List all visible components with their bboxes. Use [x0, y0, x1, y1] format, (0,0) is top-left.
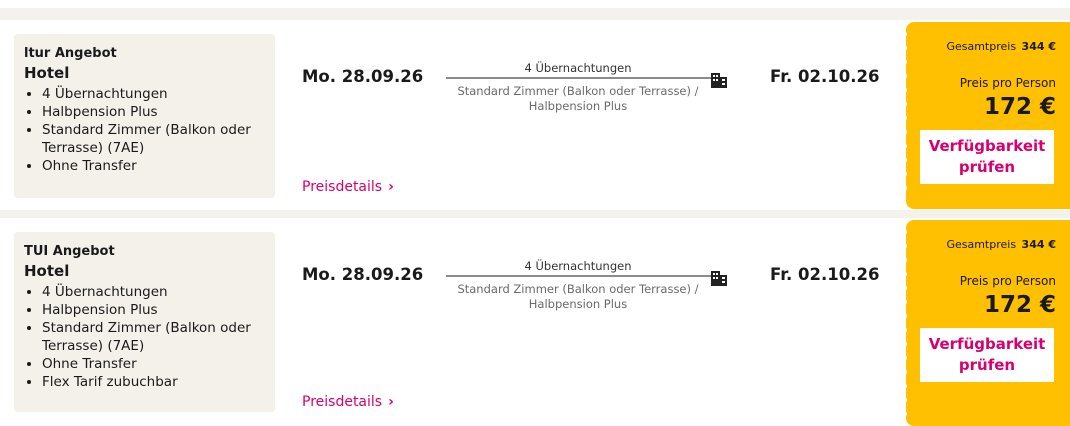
offer-info-panel: ltur Angebot Hotel 4 Übernachtungen Halb… [14, 34, 275, 198]
total-price-label: Gesamtpreis [946, 40, 1017, 53]
room-description: Standard Zimmer (Balkon oder Terrasse) /… [446, 282, 710, 312]
ticket-notch-edge [906, 31, 907, 191]
feature-item: Ohne Transfer [42, 157, 265, 175]
feature-item: Flex Tarif zubuchbar [42, 373, 265, 391]
board-type: Halbpension Plus [528, 99, 628, 113]
room-type: Standard Zimmer (Balkon oder Terrasse) / [457, 282, 699, 296]
room-description: Standard Zimmer (Balkon oder Terrasse) /… [446, 84, 710, 114]
stay-timeline [446, 275, 712, 277]
total-price: Gesamtpreis 344 € [946, 40, 1056, 53]
ticket-notch-edge [906, 229, 907, 417]
feature-item: 4 Übernachtungen [42, 283, 265, 301]
hotel-building-icon [711, 73, 727, 88]
return-date: Fr. 02.10.26 [770, 265, 880, 284]
check-availability-button[interactable]: Verfügbarkeit prüfen [920, 328, 1054, 382]
chevron-right-icon: › [388, 179, 394, 195]
per-person-price: 172 € [983, 94, 1056, 120]
stay-timeline [446, 77, 712, 79]
feature-list: 4 Übernachtungen Halbpension Plus Standa… [24, 283, 265, 391]
price-card: Gesamtpreis 344 € Preis pro Person 172 €… [906, 22, 1070, 209]
per-person-price: 172 € [983, 292, 1056, 318]
offer-title: Hotel [24, 262, 70, 280]
feature-item: 4 Übernachtungen [42, 85, 265, 103]
feature-list: 4 Übernachtungen Halbpension Plus Standa… [24, 85, 265, 175]
check-availability-button[interactable]: Verfügbarkeit prüfen [920, 130, 1054, 184]
departure-date: Mo. 28.09.26 [302, 67, 424, 86]
board-type: Halbpension Plus [528, 297, 628, 311]
offer-title: Hotel [24, 64, 70, 82]
departure-date: Mo. 28.09.26 [302, 265, 424, 284]
price-details-link[interactable]: Preisdetails › [302, 394, 394, 410]
price-details-label: Preisdetails [302, 179, 383, 195]
total-price: Gesamtpreis 344 € [946, 238, 1056, 251]
feature-item: Halbpension Plus [42, 301, 265, 319]
feature-item: Standard Zimmer (Balkon oder Terrasse) (… [42, 121, 265, 157]
offer-card: ltur Angebot Hotel 4 Übernachtungen Halb… [0, 20, 1070, 210]
nights-label: 4 Übernachtungen [524, 61, 632, 75]
per-person-label: Preis pro Person [959, 76, 1056, 90]
room-type: Standard Zimmer (Balkon oder Terrasse) / [457, 84, 699, 98]
offer-provider: TUI Angebot [24, 244, 115, 259]
feature-item: Standard Zimmer (Balkon oder Terrasse) (… [42, 319, 265, 355]
per-person-label: Preis pro Person [959, 274, 1056, 288]
return-date: Fr. 02.10.26 [770, 67, 880, 86]
total-price-label: Gesamtpreis [946, 238, 1017, 251]
price-details-label: Preisdetails [302, 394, 383, 410]
offer-card: TUI Angebot Hotel 4 Übernachtungen Halbp… [0, 218, 1070, 426]
feature-item: Ohne Transfer [42, 355, 265, 373]
feature-item: Halbpension Plus [42, 103, 265, 121]
nights-label: 4 Übernachtungen [524, 259, 632, 273]
offer-info-panel: TUI Angebot Hotel 4 Übernachtungen Halbp… [14, 232, 275, 412]
price-card: Gesamtpreis 344 € Preis pro Person 172 €… [906, 220, 1070, 426]
top-divider [0, 0, 1070, 8]
chevron-right-icon: › [388, 394, 394, 410]
price-details-link[interactable]: Preisdetails › [302, 179, 394, 195]
total-price-value: 344 € [1021, 40, 1056, 53]
total-price-value: 344 € [1021, 238, 1056, 251]
offer-provider: ltur Angebot [24, 46, 117, 61]
hotel-building-icon [711, 271, 727, 286]
